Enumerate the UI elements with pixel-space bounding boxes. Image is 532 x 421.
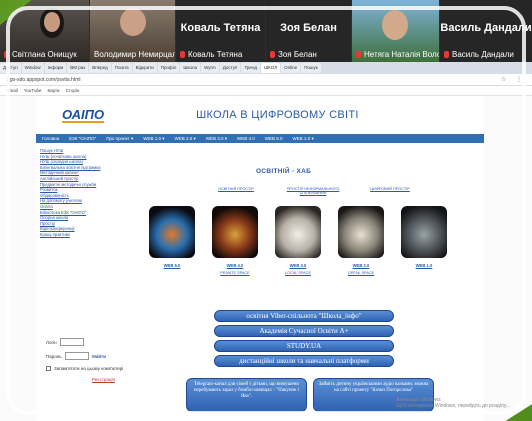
chalk-border bbox=[6, 6, 526, 415]
green-frame: Світлана Онищук Володимир Немирцалов Ков… bbox=[0, 0, 532, 421]
